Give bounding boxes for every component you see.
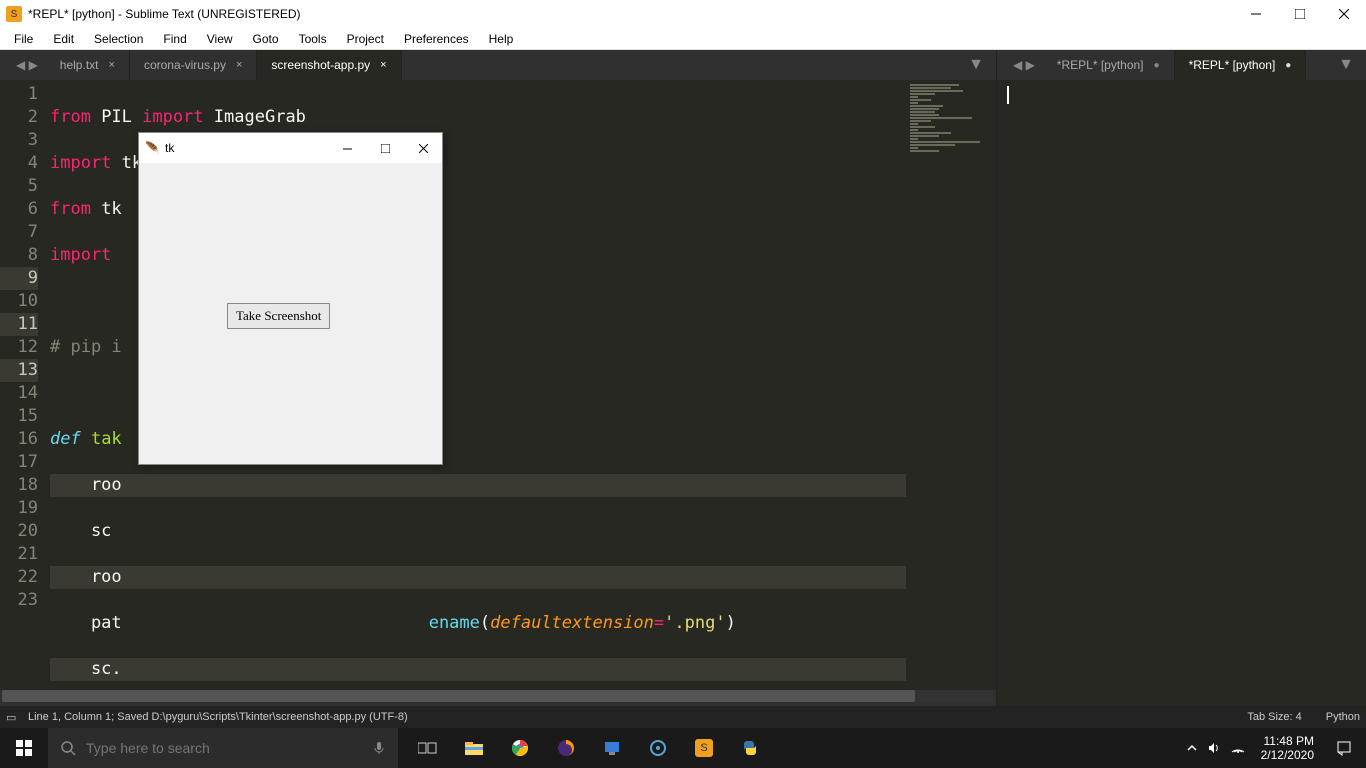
take-screenshot-button[interactable]: Take Screenshot: [227, 303, 330, 329]
close-icon[interactable]: ×: [236, 59, 242, 71]
menubar: File Edit Selection Find View Goto Tools…: [0, 28, 1366, 50]
firefox-icon[interactable]: [544, 728, 588, 768]
tab-dropdown-icon[interactable]: ▼: [956, 50, 996, 80]
app-icon: S: [6, 6, 22, 22]
dirty-icon: ●: [1154, 60, 1160, 71]
status-text: Line 1, Column 1; Saved D:\pyguru\Script…: [28, 711, 408, 723]
tab-repl-1[interactable]: *REPL* [python] ●: [1043, 50, 1175, 80]
window-controls: [1234, 0, 1366, 28]
clock-time: 11:48 PM: [1261, 734, 1314, 748]
close-button[interactable]: [1322, 0, 1366, 28]
tab-label: help.txt: [60, 58, 99, 72]
horizontal-scrollbar[interactable]: [2, 690, 994, 702]
line-gutter: 1234567891011121314151617181920212223: [0, 80, 50, 690]
language-mode[interactable]: Python: [1326, 711, 1360, 723]
tk-maximize-button[interactable]: [366, 133, 404, 163]
tab-nav-arrows[interactable]: ◀ ▶: [1005, 50, 1043, 80]
clock[interactable]: 11:48 PM 2/12/2020: [1261, 734, 1314, 762]
tab-nav-arrows[interactable]: ◀ ▶: [8, 50, 46, 80]
dirty-icon: ●: [1285, 60, 1291, 71]
tab-repl-2[interactable]: *REPL* [python] ●: [1175, 50, 1307, 80]
tk-icon: 🪶: [145, 141, 159, 155]
minimize-button[interactable]: [1234, 0, 1278, 28]
console-toggle-icon[interactable]: ▭: [6, 711, 20, 724]
tab-dropdown-icon[interactable]: ▼: [1326, 50, 1366, 80]
python-icon[interactable]: [728, 728, 772, 768]
system-tray: 11:48 PM 2/12/2020: [1187, 728, 1366, 768]
close-icon[interactable]: ×: [380, 59, 386, 71]
file-explorer-icon[interactable]: [452, 728, 496, 768]
tab-label: screenshot-app.py: [271, 58, 370, 72]
tab-size[interactable]: Tab Size: 4: [1247, 711, 1301, 723]
clock-date: 2/12/2020: [1261, 748, 1314, 762]
volume-icon[interactable]: [1207, 741, 1221, 755]
repl-output[interactable]: [997, 80, 1366, 706]
taskbar-apps: S: [406, 728, 772, 768]
text-cursor: [1007, 86, 1009, 104]
sublime-icon[interactable]: S: [682, 728, 726, 768]
tab-row-left: ◀ ▶ help.txt × corona-virus.py × screens…: [0, 50, 996, 80]
chrome-icon[interactable]: [498, 728, 542, 768]
tab-row-right: ◀ ▶ *REPL* [python] ● *REPL* [python] ● …: [997, 50, 1366, 80]
menu-edit[interactable]: Edit: [43, 30, 84, 48]
search-input[interactable]: [86, 740, 362, 756]
tab-label: *REPL* [python]: [1189, 58, 1276, 72]
tkinter-title: tk: [165, 141, 328, 155]
search-icon: [60, 740, 76, 756]
editor-pane-right: ◀ ▶ *REPL* [python] ● *REPL* [python] ● …: [996, 50, 1366, 706]
menu-goto[interactable]: Goto: [243, 30, 289, 48]
notifications-icon[interactable]: [1324, 728, 1364, 768]
close-icon[interactable]: ×: [109, 59, 115, 71]
mic-icon[interactable]: [372, 741, 386, 755]
menu-view[interactable]: View: [197, 30, 243, 48]
tray-expand-icon[interactable]: [1187, 743, 1197, 753]
tab-screenshot[interactable]: screenshot-app.py ×: [257, 50, 401, 80]
app-icon-1[interactable]: [590, 728, 634, 768]
tab-corona[interactable]: corona-virus.py ×: [130, 50, 257, 80]
tkinter-window[interactable]: 🪶 tk Take Screenshot: [138, 132, 443, 465]
network-icon[interactable]: [1231, 741, 1245, 755]
titlebar: S *REPL* [python] - Sublime Text (UNREGI…: [0, 0, 1366, 28]
tkinter-titlebar[interactable]: 🪶 tk: [139, 133, 442, 163]
menu-tools[interactable]: Tools: [289, 30, 337, 48]
settings-icon[interactable]: [636, 728, 680, 768]
maximize-button[interactable]: [1278, 0, 1322, 28]
statusbar: ▭ Line 1, Column 1; Saved D:\pyguru\Scri…: [0, 706, 1366, 728]
tk-close-button[interactable]: [404, 133, 442, 163]
menu-find[interactable]: Find: [153, 30, 196, 48]
menu-selection[interactable]: Selection: [84, 30, 153, 48]
tab-label: *REPL* [python]: [1057, 58, 1144, 72]
tkinter-body: Take Screenshot: [139, 163, 442, 464]
taskbar: S 11:48 PM 2/12/2020: [0, 728, 1366, 768]
tab-label: corona-virus.py: [144, 58, 226, 72]
start-button[interactable]: [0, 728, 48, 768]
menu-file[interactable]: File: [4, 30, 43, 48]
menu-project[interactable]: Project: [337, 30, 394, 48]
menu-help[interactable]: Help: [479, 30, 524, 48]
menu-preferences[interactable]: Preferences: [394, 30, 479, 48]
minimap[interactable]: [906, 80, 996, 690]
window-title: *REPL* [python] - Sublime Text (UNREGIST…: [28, 7, 1234, 21]
tab-help[interactable]: help.txt ×: [46, 50, 130, 80]
tk-minimize-button[interactable]: [328, 133, 366, 163]
task-view-icon[interactable]: [406, 728, 450, 768]
taskbar-search[interactable]: [48, 728, 398, 768]
